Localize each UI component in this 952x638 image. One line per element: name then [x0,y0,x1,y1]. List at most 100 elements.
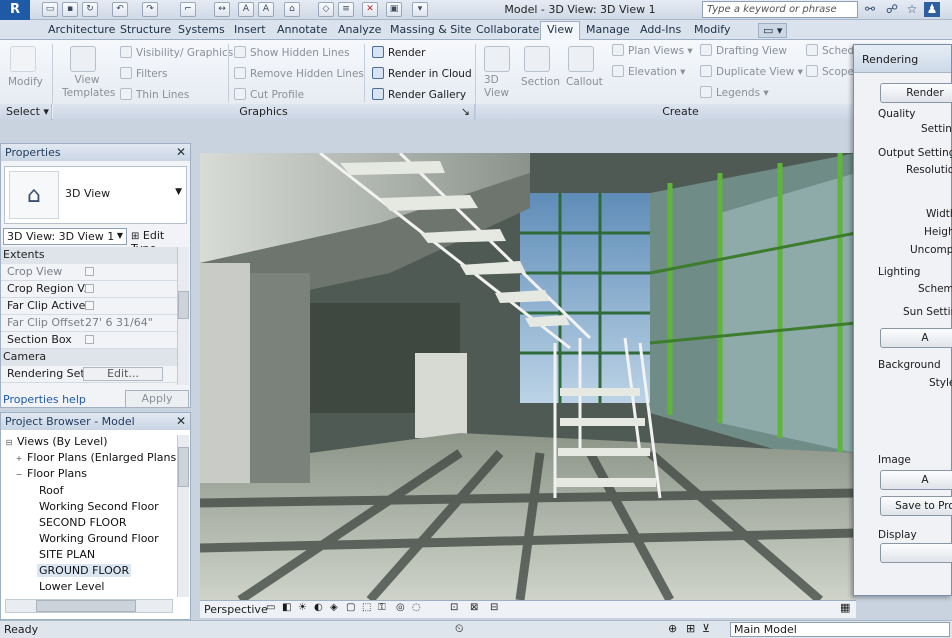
section-icon[interactable]: ◇ [318,2,334,17]
undo-icon[interactable]: ↶ [112,2,128,17]
render-in-cloud-button[interactable]: Render in Cloud [372,67,472,80]
close-icon[interactable]: ✕ [176,414,186,428]
favorites-star-icon[interactable]: ☆ [904,2,920,17]
help-search-input[interactable]: Type a keyword or phrase [702,1,858,18]
artificial-lights-button[interactable]: A [880,328,952,348]
viewport-scroll-icon[interactable]: ▦ [840,601,850,614]
tab-architecture[interactable]: Architecture [48,23,115,36]
type-selector[interactable]: ⌂ 3D View ▼ [4,166,187,224]
reveal-constraints-icon[interactable]: ⊟ [490,602,498,613]
3d-view-canvas[interactable] [200,153,856,600]
collapse-icon[interactable]: − [15,471,23,479]
plan-views-button[interactable]: Plan Views ▾ [612,44,693,57]
design-options-icon[interactable]: ⊞ [686,622,695,635]
tab-massing-site[interactable]: Massing & Site [390,23,471,36]
visual-style-icon[interactable]: ◧ [282,602,291,613]
group-camera[interactable]: Camera [1,349,177,366]
property-crop-region-visible[interactable]: Crop Region V... [1,281,177,298]
open-icon[interactable]: ▭ [42,2,58,17]
close-hidden-windows-icon[interactable]: ✕ [362,2,378,17]
elevation-button[interactable]: Elevation ▾ [612,65,685,78]
editing-time-icon[interactable]: ⏲ [455,622,464,636]
save-to-project-button[interactable]: Save to Pro [880,496,952,516]
detail-level-icon[interactable]: ▭ [266,602,275,613]
model-selector-dropdown[interactable]: Main Model [730,622,950,637]
reveal-hidden-icon[interactable]: ◌ [412,602,421,613]
dimension-icon[interactable]: ↔ [214,2,230,17]
drafting-view-button[interactable]: Drafting View [700,44,787,57]
tree-lower-level[interactable]: Lower Level [39,580,104,593]
tree-views-by-level[interactable]: ⊟ Views (By Level) [5,435,108,448]
show-crop-region-icon[interactable]: ⬚ [362,602,371,613]
3d-view-button[interactable]: 3D View [484,74,514,100]
scope-box-button[interactable]: Scope [806,65,854,78]
section-box-checkbox[interactable] [85,335,94,344]
show-rendering-dialog-icon[interactable]: ◈ [330,602,338,613]
shadows-icon[interactable]: ◐ [314,602,323,613]
visibility-graphics-button[interactable]: Visibility/ Graphics [120,46,233,59]
communication-center-icon[interactable]: ☍ [884,2,900,17]
tab-modify[interactable]: Modify [694,23,730,36]
tree-floor-plans-enlarged[interactable]: + Floor Plans (Enlarged Plans) [15,451,181,464]
customize-qat-icon[interactable]: ▾ [412,2,428,17]
tree-floor-plans[interactable]: − Floor Plans [15,467,87,480]
sun-path-icon[interactable]: ☀ [298,602,307,613]
worksets-icon[interactable]: ⊕ [668,622,677,635]
user-account-icon[interactable]: ♟ [924,2,940,17]
adjust-exposure-button[interactable]: A [880,470,952,490]
expand-icon[interactable]: + [15,455,23,463]
redo-icon[interactable]: ↷ [142,2,158,17]
tab-annotate[interactable]: Annotate [277,23,327,36]
close-icon[interactable]: ✕ [176,145,186,159]
group-extents[interactable]: Extents [1,247,177,264]
lock-3d-view-icon[interactable]: ⚿ [378,602,386,613]
render-button[interactable]: Render [372,46,425,59]
property-far-clip-offset[interactable]: Far Clip Offset 27' 6 31/64" [1,315,177,332]
far-clip-active-checkbox[interactable] [85,301,94,310]
cut-profile-button[interactable]: Cut Profile [234,88,304,101]
tree-site-plan[interactable]: SITE PLAN [39,548,95,561]
analytical-model-icon[interactable]: ⊡ [450,602,458,613]
tree-working-ground-floor[interactable]: Working Ground Floor [39,532,159,545]
tab-view[interactable]: View [540,21,581,41]
remove-hidden-lines-button[interactable]: Remove Hidden Lines [234,67,364,80]
panel-dialog-launcher-icon[interactable]: ↘ [461,104,470,120]
render-gallery-button[interactable]: Render Gallery [372,88,466,101]
thin-lines-icon[interactable]: ≡ [338,2,354,17]
section-button[interactable]: Section [521,76,560,88]
collapse-icon[interactable]: ⊟ [5,439,13,447]
modify-button[interactable]: Modify [8,76,43,88]
tree-second-floor[interactable]: SECOND FLOOR [39,516,127,529]
view-templates-button[interactable]: View Templates [62,74,115,100]
schedules-button[interactable]: Sched [806,44,854,57]
rendering-edit-button[interactable]: Edit... [83,367,163,381]
browser-vertical-scrollbar[interactable] [177,435,189,597]
crop-view-icon[interactable]: ▢ [346,602,355,613]
show-model-button[interactable] [880,543,952,563]
tab-systems[interactable]: Systems [178,23,225,36]
measure-icon[interactable]: ⌐ [180,2,196,17]
tab-add-ins[interactable]: Add-Ins [640,23,681,36]
tree-roof[interactable]: Roof [39,484,63,497]
property-far-clip-active[interactable]: Far Clip Active [1,298,177,315]
select-panel-title[interactable]: Select ▾ [0,104,52,120]
sync-icon[interactable]: ↻ [82,2,98,17]
legends-button[interactable]: Legends ▾ [700,86,769,99]
tab-analyze[interactable]: Analyze [338,23,381,36]
binoculars-icon[interactable]: ⚯ [862,2,878,17]
tab-insert[interactable]: Insert [234,23,266,36]
callout-button[interactable]: Callout [566,76,603,88]
tree-ground-floor[interactable]: GROUND FLOOR [37,564,132,577]
tree-working-second-floor[interactable]: Working Second Floor [39,500,159,513]
tab-structure[interactable]: Structure [120,23,171,36]
show-hidden-lines-button[interactable]: Show Hidden Lines [234,46,350,59]
instance-filter-dropdown[interactable]: 3D View: 3D View 1 ▼ [3,228,127,245]
filters-button[interactable]: Filters [120,67,167,80]
ribbon-minimize-toggle[interactable]: ▭ ▾ [758,23,788,38]
duplicate-view-button[interactable]: Duplicate View ▾ [700,65,803,78]
highlight-displacement-icon[interactable]: ⊠ [470,602,478,613]
tag-icon[interactable]: A [238,2,254,17]
text-icon[interactable]: A [258,2,274,17]
default-3d-view-icon[interactable]: ⌂ [284,2,300,17]
render-dialog-render-button[interactable]: Render [880,83,952,103]
